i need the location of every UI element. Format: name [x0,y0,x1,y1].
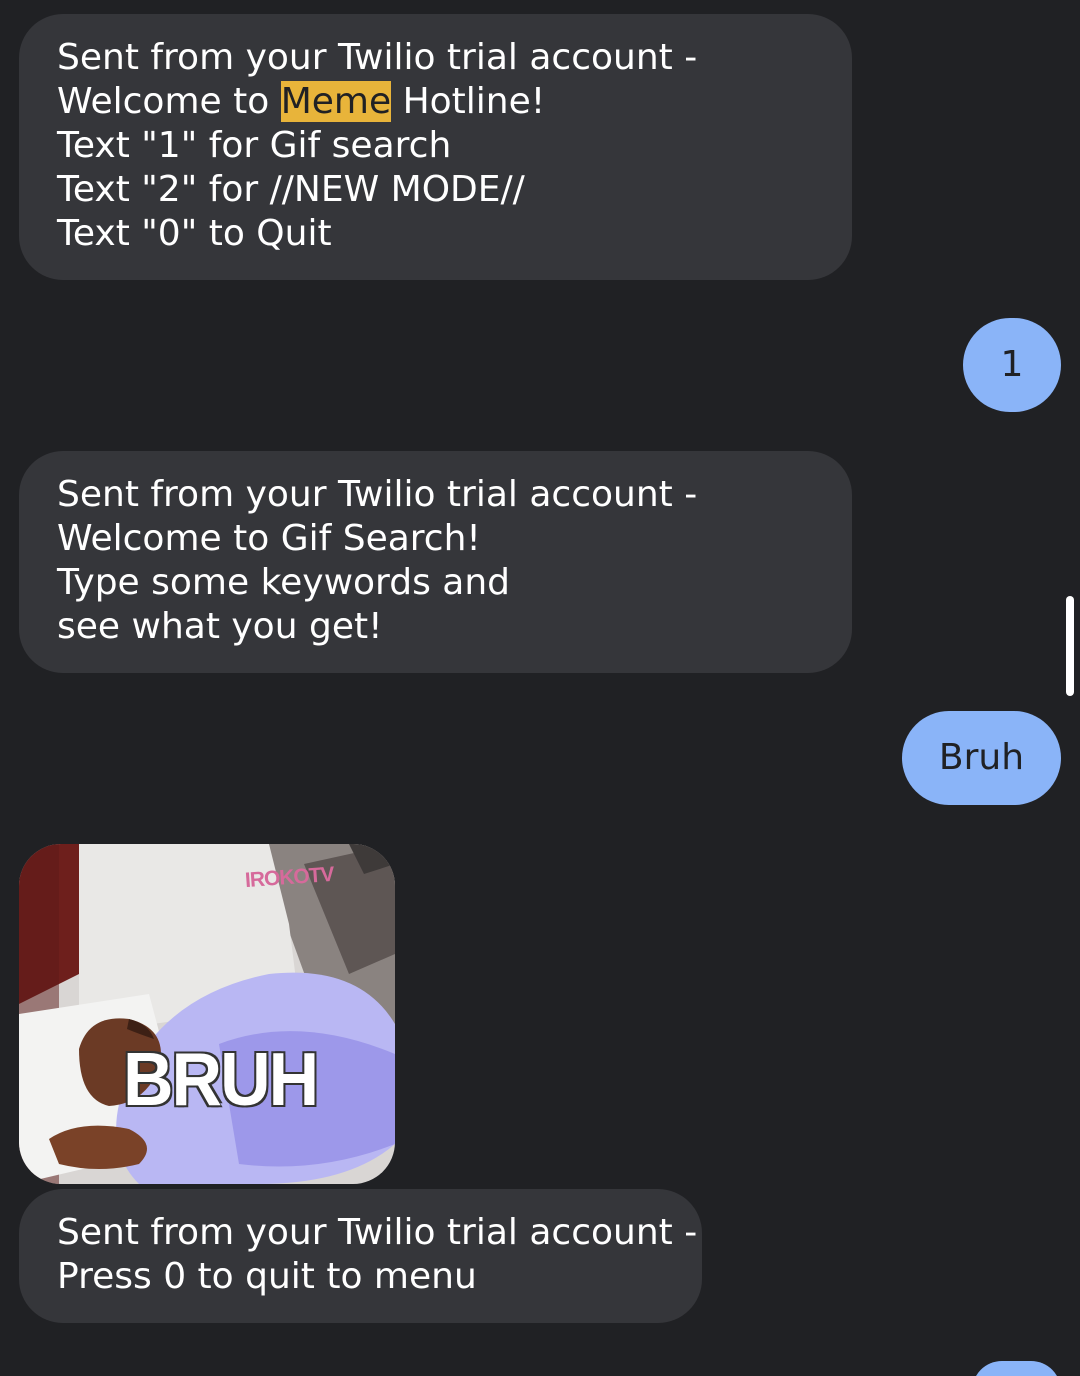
incoming-message-bubble[interactable]: Sent from your Twilio trial account - We… [19,14,852,280]
outgoing-message-bubble[interactable] [972,1361,1061,1376]
message-line: see what you get! [57,606,383,647]
message-line: Text "0" to Quit [57,213,332,254]
incoming-message-bubble[interactable]: Sent from your Twilio trial account - Pr… [19,1189,702,1323]
gif-image [19,844,395,1184]
message-line: Press 0 to quit to menu [57,1256,477,1297]
gif-attachment[interactable]: IROKOTV BRUH [19,844,395,1184]
message-line: Sent from your Twilio trial account - [57,1212,698,1253]
message-line: Sent from your Twilio trial account - [57,474,698,515]
message-line: Sent from your Twilio trial account - [57,37,698,78]
scrollbar-thumb[interactable] [1066,596,1074,696]
message-line: Welcome to Gif Search! [57,518,481,559]
message-line: Text "2" for //NEW MODE// [57,169,525,210]
conversation-view: Sent from your Twilio trial account - We… [0,0,1080,1376]
message-line: Text "1" for Gif search [57,125,452,166]
message-line: Type some keywords and [57,562,511,603]
incoming-message-bubble[interactable]: Sent from your Twilio trial account - We… [19,451,852,673]
outgoing-message-bubble[interactable]: 1 [963,318,1061,412]
gif-caption: BRUH [123,1036,319,1122]
message-line: Welcome to Meme Hotline! [57,80,814,124]
search-highlight: Meme [280,81,392,122]
message-text: 1 [1000,344,1024,385]
message-text: Welcome to [57,81,281,122]
message-text: Bruh [938,737,1025,778]
message-text: Hotline! [391,81,546,122]
outgoing-message-bubble[interactable]: Bruh [902,711,1061,805]
